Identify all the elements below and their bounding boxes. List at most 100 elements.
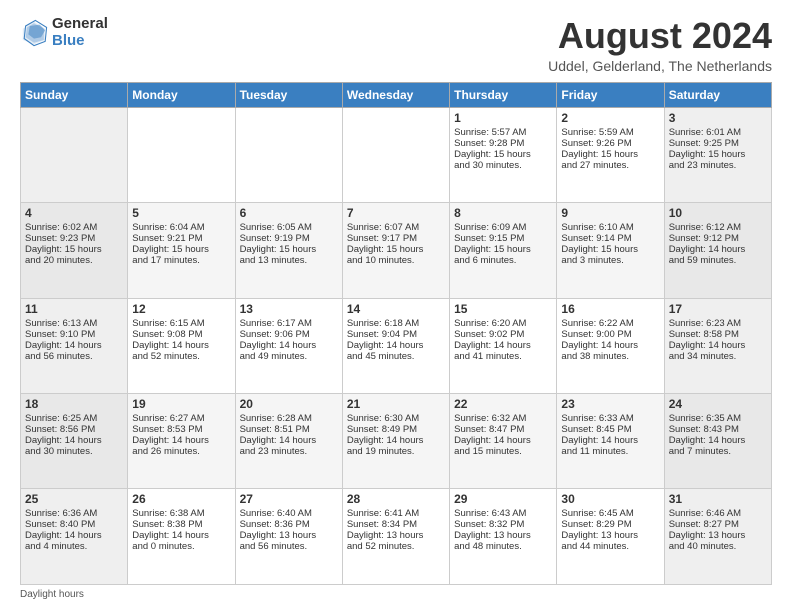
day-info-line: Daylight: 14 hours [561,435,659,446]
day-number: 28 [347,492,445,506]
calendar-cell: 15Sunrise: 6:20 AMSunset: 9:02 PMDayligh… [450,298,557,393]
day-info-line: and 38 minutes. [561,351,659,362]
calendar-cell: 17Sunrise: 6:23 AMSunset: 8:58 PMDayligh… [664,298,771,393]
calendar-week-row: 11Sunrise: 6:13 AMSunset: 9:10 PMDayligh… [21,298,772,393]
logo: General Blue [20,16,108,49]
day-number: 1 [454,111,552,125]
day-info-line: Daylight: 14 hours [25,340,123,351]
day-info-line: Sunset: 9:25 PM [669,138,767,149]
day-info-line: Sunrise: 6:33 AM [561,413,659,424]
day-info-line: Sunset: 8:36 PM [240,519,338,530]
day-info-line: and 4 minutes. [25,541,123,552]
calendar-cell: 2Sunrise: 5:59 AMSunset: 9:26 PMDaylight… [557,107,664,202]
day-header-thursday: Thursday [450,82,557,107]
calendar-header-row: SundayMondayTuesdayWednesdayThursdayFrid… [21,82,772,107]
day-info-line: Sunset: 8:38 PM [132,519,230,530]
day-info-line: Sunrise: 6:05 AM [240,222,338,233]
day-info-line: and 23 minutes. [240,446,338,457]
day-number: 31 [669,492,767,506]
day-info-line: and 52 minutes. [347,541,445,552]
day-info-line: Sunset: 8:53 PM [132,424,230,435]
day-info-line: Daylight: 14 hours [132,340,230,351]
day-info-line: Daylight: 13 hours [454,530,552,541]
day-info-line: Daylight: 15 hours [669,149,767,160]
day-header-monday: Monday [128,82,235,107]
calendar-cell: 14Sunrise: 6:18 AMSunset: 9:04 PMDayligh… [342,298,449,393]
logo-text: General Blue [52,16,108,49]
calendar-cell: 10Sunrise: 6:12 AMSunset: 9:12 PMDayligh… [664,203,771,298]
day-info-line: Sunset: 8:34 PM [347,519,445,530]
calendar-cell: 22Sunrise: 6:32 AMSunset: 8:47 PMDayligh… [450,394,557,489]
day-info-line: and 48 minutes. [454,541,552,552]
day-info-line: Sunset: 8:51 PM [240,424,338,435]
day-number: 18 [25,397,123,411]
day-info-line: Daylight: 13 hours [240,530,338,541]
day-number: 13 [240,302,338,316]
day-number: 23 [561,397,659,411]
day-number: 5 [132,206,230,220]
calendar-cell: 21Sunrise: 6:30 AMSunset: 8:49 PMDayligh… [342,394,449,489]
day-info-line: Sunrise: 6:13 AM [25,318,123,329]
day-header-sunday: Sunday [21,82,128,107]
logo-general: General [52,15,108,32]
day-info-line: Daylight: 13 hours [347,530,445,541]
calendar-cell: 18Sunrise: 6:25 AMSunset: 8:56 PMDayligh… [21,394,128,489]
day-info-line: Daylight: 14 hours [669,340,767,351]
calendar-table: SundayMondayTuesdayWednesdayThursdayFrid… [20,82,772,585]
day-info-line: Sunset: 8:29 PM [561,519,659,530]
day-info-line: Sunset: 9:10 PM [25,329,123,340]
day-info-line: Sunrise: 6:22 AM [561,318,659,329]
calendar-cell: 9Sunrise: 6:10 AMSunset: 9:14 PMDaylight… [557,203,664,298]
calendar-cell: 4Sunrise: 6:02 AMSunset: 9:23 PMDaylight… [21,203,128,298]
day-info-line: Daylight: 13 hours [561,530,659,541]
day-number: 11 [25,302,123,316]
day-info-line: Daylight: 14 hours [132,435,230,446]
day-info-line: and 27 minutes. [561,160,659,171]
day-info-line: Sunrise: 6:04 AM [132,222,230,233]
location: Uddel, Gelderland, The Netherlands [548,58,772,74]
calendar-cell: 29Sunrise: 6:43 AMSunset: 8:32 PMDayligh… [450,489,557,585]
day-number: 27 [240,492,338,506]
day-info-line: and 7 minutes. [669,446,767,457]
day-info-line: Sunrise: 5:57 AM [454,127,552,138]
day-info-line: Sunrise: 6:27 AM [132,413,230,424]
day-info-line: and 15 minutes. [454,446,552,457]
day-info-line: and 56 minutes. [240,541,338,552]
day-info-line: Sunset: 9:12 PM [669,233,767,244]
day-number: 22 [454,397,552,411]
day-info-line: and 44 minutes. [561,541,659,552]
day-info-line: Daylight: 14 hours [347,340,445,351]
calendar-cell [128,107,235,202]
day-info-line: and 41 minutes. [454,351,552,362]
title-block: August 2024 Uddel, Gelderland, The Nethe… [548,16,772,74]
day-number: 14 [347,302,445,316]
day-info-line: Sunrise: 6:23 AM [669,318,767,329]
day-info-line: Sunset: 9:00 PM [561,329,659,340]
calendar-cell: 28Sunrise: 6:41 AMSunset: 8:34 PMDayligh… [342,489,449,585]
calendar-cell: 3Sunrise: 6:01 AMSunset: 9:25 PMDaylight… [664,107,771,202]
day-info-line: Daylight: 15 hours [454,244,552,255]
calendar-cell [342,107,449,202]
month-title: August 2024 [548,16,772,56]
calendar-cell: 1Sunrise: 5:57 AMSunset: 9:28 PMDaylight… [450,107,557,202]
day-number: 29 [454,492,552,506]
day-number: 30 [561,492,659,506]
day-info-line: and 17 minutes. [132,255,230,266]
day-number: 2 [561,111,659,125]
day-info-line: Daylight: 15 hours [454,149,552,160]
day-info-line: Sunset: 8:27 PM [669,519,767,530]
day-number: 6 [240,206,338,220]
calendar-cell: 24Sunrise: 6:35 AMSunset: 8:43 PMDayligh… [664,394,771,489]
calendar-cell: 31Sunrise: 6:46 AMSunset: 8:27 PMDayligh… [664,489,771,585]
day-info-line: Sunset: 9:15 PM [454,233,552,244]
day-info-line: and 52 minutes. [132,351,230,362]
day-info-line: Sunrise: 6:45 AM [561,508,659,519]
day-info-line: Sunset: 9:21 PM [132,233,230,244]
day-info-line: and 30 minutes. [25,446,123,457]
day-header-saturday: Saturday [664,82,771,107]
day-info-line: and 45 minutes. [347,351,445,362]
day-info-line: Sunrise: 6:36 AM [25,508,123,519]
calendar-cell: 7Sunrise: 6:07 AMSunset: 9:17 PMDaylight… [342,203,449,298]
day-info-line: Daylight: 14 hours [454,435,552,446]
day-info-line: Sunrise: 6:17 AM [240,318,338,329]
